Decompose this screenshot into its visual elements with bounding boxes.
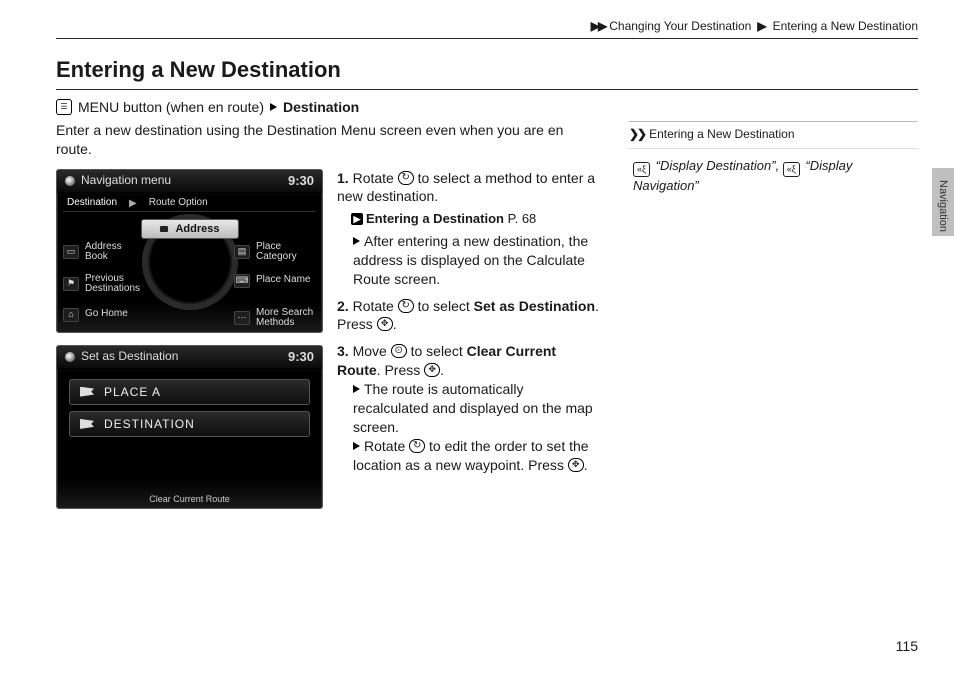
rotate-dial-icon (398, 299, 414, 313)
step-3-sub-2: Rotate to edit the order to set the loca… (337, 437, 601, 475)
press-dial-icon (424, 363, 440, 377)
book-icon: ▭ (63, 245, 79, 259)
chevron-double-right-icon: ❯❯ (629, 126, 645, 142)
hud-dial-selection[interactable]: Address (140, 219, 238, 240)
section-tab-label: Navigation (935, 180, 950, 232)
step-1-sub: After entering a new destination, the ad… (337, 232, 601, 289)
press-dial-icon (377, 317, 393, 331)
flag-icon (80, 387, 94, 397)
chevron-right-icon (353, 442, 360, 450)
hud-item-previous-destinations[interactable]: ⚑ Previous Destinations (63, 274, 145, 295)
chevron-right-icon (353, 385, 360, 393)
step-2: 2. Rotate to select Set as Destination. … (337, 297, 601, 335)
hud-ring-label: Address (175, 222, 219, 237)
menu-path-target: Destination (283, 98, 359, 117)
link-book-icon: ▶ (351, 213, 363, 225)
step-3-sub-1: The route is automatically recalculated … (337, 380, 601, 437)
gps-icon (65, 176, 75, 186)
hud-dest-label: DESTINATION (104, 416, 195, 432)
hud-set-as-destination: Set as Destination 9:30 PLACE A DE (56, 345, 323, 509)
voice-command-icon: «ξ (783, 162, 800, 177)
page-title: Entering a New Destination (56, 55, 918, 85)
divider (56, 38, 918, 39)
hud-dest-label: PLACE A (104, 384, 161, 400)
guidance-sidebar: ❯❯ Entering a New Destination «ξ “Displa… (629, 121, 918, 509)
chevron-right-icon: ▶ (757, 18, 766, 34)
guidance-head: ❯❯ Entering a New Destination (629, 121, 918, 142)
divider (56, 89, 918, 90)
hud-item-place-name[interactable]: ⌨ Place Name (234, 274, 316, 288)
menu-path-button: MENU button (when en route) (78, 98, 264, 117)
hud-clock: 9:30 (288, 348, 314, 366)
category-icon: ▤ (234, 245, 250, 259)
chevron-double-right-icon: ▶▶ (591, 18, 605, 34)
hud-tab-destination[interactable]: Destination (63, 196, 121, 211)
breadcrumb-page: Entering a New Destination (773, 18, 918, 34)
hud-navigation-menu: Navigation menu 9:30 Destination ▶ Route… (56, 169, 323, 333)
chevron-right-icon (353, 237, 360, 245)
chevron-right-icon (270, 103, 277, 111)
home-icon: ⌂ (63, 308, 79, 322)
step-1: 1. Rotate to select a method to enter a … (337, 169, 601, 289)
hud-item-place-category[interactable]: ▤ Place Category (234, 242, 316, 263)
intro-text: Enter a new destination using the Destin… (56, 121, 601, 159)
hud-tab-route-option[interactable]: Route Option (145, 196, 212, 211)
rotate-dial-icon (409, 439, 425, 453)
press-dial-icon (568, 458, 584, 472)
hud-item-address-book[interactable]: ▭ Address Book (63, 242, 145, 263)
flag-icon: ⚑ (63, 277, 79, 291)
flag-icon (80, 419, 94, 429)
breadcrumb: ▶▶ Changing Your Destination ▶ Entering … (56, 18, 918, 34)
cross-reference[interactable]: ▶Entering a Destination P. 68 (351, 210, 601, 228)
hud-clock: 9:30 (288, 172, 314, 190)
page-number: 115 (896, 637, 918, 656)
hud-dest-caption: Clear Current Route (149, 493, 230, 505)
guidance-body: «ξ “Display Destination”, «ξ “Display Na… (629, 148, 918, 194)
hud-dest-item[interactable]: DESTINATION (69, 411, 310, 437)
step-3: 3. Move to select Clear Current Route. P… (337, 342, 601, 474)
breadcrumb-section: Changing Your Destination (609, 18, 751, 34)
rotate-dial-icon (398, 171, 414, 185)
hud-item-more-search[interactable]: ⋯ More Search Methods (234, 308, 316, 329)
gps-icon (65, 352, 75, 362)
voice-command-icon: «ξ (633, 162, 650, 177)
menu-button-icon: ☰ (56, 99, 72, 115)
hud-title: Navigation menu (81, 172, 171, 188)
keyboard-icon: ⌨ (234, 274, 250, 288)
hud-item-go-home[interactable]: ⌂ Go Home (63, 308, 145, 322)
ellipsis-icon: ⋯ (234, 311, 250, 325)
menu-path: ☰ MENU button (when en route) Destinatio… (56, 98, 918, 117)
instruction-steps: 1. Rotate to select a method to enter a … (337, 169, 601, 509)
hud-title: Set as Destination (81, 348, 178, 364)
hud-dest-item[interactable]: PLACE A (69, 379, 310, 405)
move-joystick-icon (391, 344, 407, 358)
chevron-right-icon: ▶ (129, 197, 137, 211)
address-icon (159, 226, 167, 232)
